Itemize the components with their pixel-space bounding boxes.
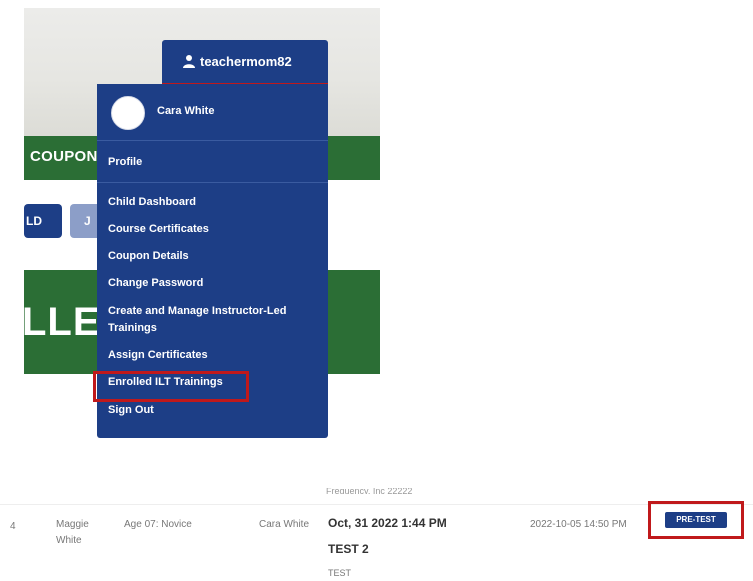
clipped-address-text: Frequency, Inc 22222 [326, 488, 413, 494]
menu-item-child-dashboard[interactable]: Child Dashboard [108, 196, 196, 208]
table-row: 4 Maggie White Age 07: Novice Cara White… [0, 504, 753, 580]
menu-divider [97, 182, 328, 183]
menu-item-coupon-details[interactable]: Coupon Details [108, 250, 189, 262]
row-session-date: Oct, 31 2022 1:44 PM [328, 516, 447, 530]
user-icon [183, 55, 195, 68]
pretest-button[interactable]: PRE-TEST [665, 512, 727, 528]
menu-item-course-certificates[interactable]: Course Certificates [108, 223, 209, 235]
pretest-highlight: PRE-TEST [648, 501, 744, 539]
row-training-title: TEST 2 [328, 542, 369, 556]
add-child-button-label: LD [26, 214, 42, 228]
row-age-group: Age 07: Novice [124, 519, 192, 530]
menu-item-sign-out[interactable]: Sign Out [108, 404, 154, 416]
add-child-button[interactable]: LD [24, 204, 62, 238]
row-student-name: Maggie White [56, 519, 89, 546]
username-label: teachermom82 [200, 54, 292, 69]
row-created-date: 2022-10-05 14:50 PM [530, 519, 627, 530]
avatar [111, 96, 145, 130]
row-instructor: Cara White [259, 519, 310, 530]
menu-item-change-password[interactable]: Change Password [108, 277, 203, 289]
menu-item-assign-certificates[interactable]: Assign Certificates [108, 349, 208, 361]
user-menu-button[interactable]: teachermom82 [162, 40, 328, 86]
row-index: 4 [10, 521, 16, 532]
coupon-band-label: COUPON [30, 148, 98, 165]
menu-item-profile[interactable]: Profile [108, 156, 142, 168]
secondary-button-label: J [84, 214, 91, 228]
dropdown-header: Cara White [97, 84, 328, 141]
enrolled-ilt-highlight [93, 371, 249, 402]
display-name: Cara White [157, 105, 215, 117]
menu-item-manage-ilt[interactable]: Create and Manage Instructor-Led Trainin… [108, 303, 318, 337]
